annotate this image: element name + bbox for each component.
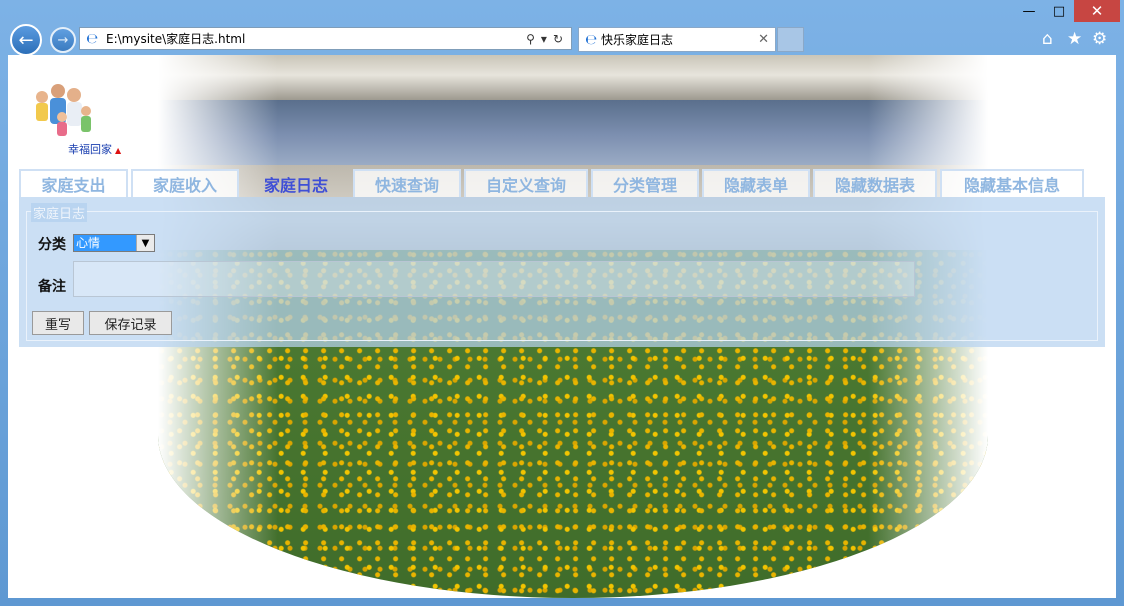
address-bar[interactable]: ℮ E:\mysite\家庭日志.html ⚲ ▾ ↻	[79, 27, 572, 50]
menu-item-hidden-table[interactable]: 隐藏数据表	[813, 169, 937, 197]
note-input[interactable]	[73, 261, 915, 297]
menu-item-income[interactable]: 家庭收入	[131, 169, 239, 197]
back-button[interactable]: ←	[10, 24, 42, 56]
triangle-up-icon: ▲	[115, 146, 122, 155]
menu-item-journal[interactable]: 家庭日志	[242, 169, 350, 197]
page-content: 幸福回家 ▲ 家庭支出 家庭收入 家庭日志 快速查询 自定义查询 分类管理 隐藏表…	[8, 55, 1116, 598]
ie-page-icon: ℮	[86, 30, 98, 47]
menu-item-hidden-info[interactable]: 隐藏基本信息	[940, 169, 1084, 197]
journal-fieldset: 家庭日志 分类 心情 ▼ 备注 重写 保存记录	[26, 203, 1098, 341]
address-url[interactable]: E:\mysite\家庭日志.html	[106, 30, 526, 47]
close-tab-icon[interactable]: ✕	[758, 32, 769, 47]
category-label: 分类	[38, 237, 66, 253]
close-button[interactable]: ✕	[1074, 0, 1120, 22]
new-tab-button[interactable]	[777, 27, 804, 52]
browser-tab[interactable]: ℮ 快乐家庭日志 ✕	[578, 27, 776, 52]
save-record-button[interactable]: 保存记录	[89, 311, 172, 335]
main-menu: 家庭支出 家庭收入 家庭日志 快速查询 自定义查询 分类管理 隐藏表单 隐藏数据…	[19, 169, 1084, 197]
note-label: 备注	[38, 279, 66, 295]
fieldset-legend: 家庭日志	[31, 203, 88, 222]
menu-item-expense[interactable]: 家庭支出	[19, 169, 128, 197]
chevron-down-icon[interactable]: ▼	[136, 235, 154, 251]
dropdown-icon[interactable]: ▾	[541, 32, 547, 46]
refresh-icon[interactable]: ↻	[553, 32, 563, 46]
menu-item-custom-search[interactable]: 自定义查询	[464, 169, 588, 197]
forward-button[interactable]: →	[50, 27, 76, 53]
tab-title: 快乐家庭日志	[600, 33, 673, 47]
gear-icon[interactable]: ⚙	[1092, 29, 1107, 49]
minimize-button[interactable]: —	[1014, 0, 1044, 22]
reset-button[interactable]: 重写	[32, 311, 84, 335]
ie-tab-icon: ℮	[585, 31, 597, 48]
family-logo	[36, 84, 91, 136]
browser-window: — □ ✕ ← → ℮ E:\mysite\家庭日志.html ⚲ ▾ ↻ ℮ …	[0, 0, 1124, 606]
menu-item-hidden-form[interactable]: 隐藏表单	[702, 169, 810, 197]
arrow-left-icon: ←	[18, 29, 34, 51]
maximize-button[interactable]: □	[1044, 0, 1074, 22]
category-selected-value: 心情	[74, 235, 136, 251]
menu-item-quick-search[interactable]: 快速查询	[353, 169, 461, 197]
favorites-star-icon[interactable]: ★	[1067, 29, 1082, 49]
logo-caption[interactable]: 幸福回家 ▲	[68, 141, 121, 157]
arrow-right-icon: →	[57, 32, 69, 48]
search-icon[interactable]: ⚲	[526, 32, 535, 46]
category-select[interactable]: 心情 ▼	[73, 234, 155, 252]
home-icon[interactable]: ⌂	[1042, 29, 1053, 49]
menu-item-category-manage[interactable]: 分类管理	[591, 169, 699, 197]
journal-panel: 家庭日志 分类 心情 ▼ 备注 重写 保存记录	[19, 197, 1105, 347]
title-bar: — □ ✕ ← → ℮ E:\mysite\家庭日志.html ⚲ ▾ ↻ ℮ …	[0, 0, 1124, 56]
